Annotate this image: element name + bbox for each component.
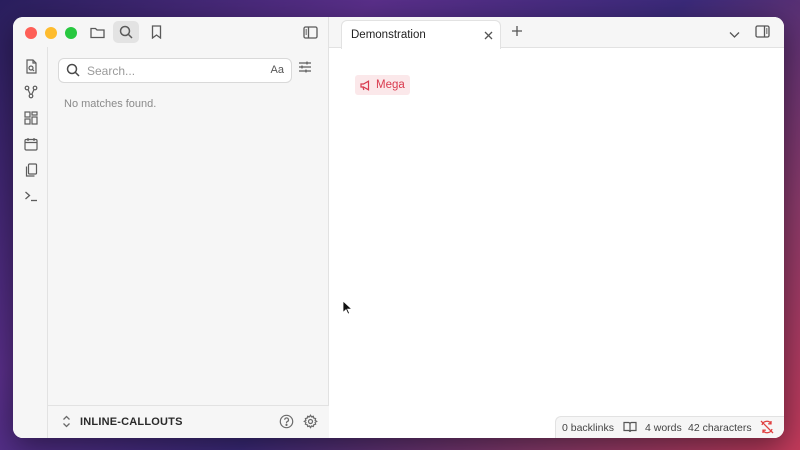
backlinks-count[interactable]: 0 backlinks	[562, 422, 614, 434]
sync-off-icon	[760, 420, 774, 434]
toggle-right-sidebar-button[interactable]	[755, 25, 770, 43]
reading-view-button[interactable]	[623, 421, 637, 436]
templates-icon[interactable]	[22, 161, 40, 179]
sidebar-toggle-icon	[302, 25, 318, 39]
status-bar: 0 backlinks 4 words 42 characters	[555, 416, 784, 438]
settings-button[interactable]	[303, 414, 318, 434]
vault-switcher-bar: INLINE-CALLOUTS	[48, 405, 329, 438]
toggle-left-sidebar-button[interactable]	[297, 21, 323, 43]
zoom-window-button[interactable]	[65, 27, 77, 39]
left-sidebar: Aa No matches found. INLINE-CALLOUTS	[13, 17, 329, 438]
sync-status-button[interactable]	[760, 420, 774, 437]
tab-close-button[interactable]	[483, 28, 494, 46]
search-icon	[119, 25, 133, 39]
callout-label: Mega	[376, 79, 405, 91]
sidebar-toggle-icon	[755, 25, 770, 38]
mouse-cursor	[342, 300, 353, 320]
folder-icon	[89, 27, 105, 38]
plus-icon	[512, 26, 522, 36]
open-quick-switcher-icon[interactable]	[22, 57, 40, 75]
file-explorer-button[interactable]	[84, 21, 110, 43]
canvas-icon[interactable]	[22, 109, 40, 127]
tab-list-button[interactable]	[729, 26, 740, 44]
search-icon	[66, 63, 80, 82]
chevron-up-down-icon	[63, 415, 70, 428]
command-palette-icon[interactable]	[22, 187, 40, 205]
minimize-window-button[interactable]	[45, 27, 57, 39]
search-settings-button[interactable]	[298, 60, 312, 79]
graph-view-icon[interactable]	[22, 83, 40, 101]
window-controls	[25, 27, 77, 39]
chevron-down-icon	[729, 32, 740, 38]
daily-note-icon[interactable]	[22, 135, 40, 153]
book-open-icon	[623, 421, 637, 433]
tab-bar: Demonstration	[329, 17, 784, 49]
megaphone-icon	[360, 79, 370, 91]
sliders-icon	[299, 61, 311, 73]
help-icon	[279, 414, 294, 429]
bookmark-icon	[151, 25, 161, 39]
gear-icon	[303, 414, 318, 429]
search-empty-message: No matches found.	[64, 98, 157, 110]
app-window: Aa No matches found. INLINE-CALLOUTS Dem…	[13, 17, 784, 438]
vault-switch-button[interactable]	[62, 415, 71, 433]
search-field[interactable]: Aa	[58, 58, 292, 83]
word-count: 4 words	[645, 422, 682, 434]
close-icon	[484, 31, 493, 40]
main-editor-pane: Demonstration Mega 0 backlinks 4 words 4…	[329, 17, 784, 438]
search-tab-button[interactable]	[113, 21, 139, 43]
help-button[interactable]	[279, 414, 294, 434]
vault-name[interactable]: INLINE-CALLOUTS	[80, 416, 183, 428]
character-count: 42 characters	[688, 422, 752, 434]
bookmarks-button[interactable]	[143, 21, 169, 43]
search-input[interactable]	[87, 62, 257, 79]
inline-callout[interactable]: Mega	[355, 75, 410, 95]
close-window-button[interactable]	[25, 27, 37, 39]
tab-demonstration[interactable]: Demonstration	[341, 20, 501, 49]
match-case-toggle[interactable]: Aa	[271, 64, 284, 76]
ribbon	[13, 47, 48, 438]
tab-label: Demonstration	[351, 29, 426, 41]
new-tab-button[interactable]	[511, 24, 523, 42]
